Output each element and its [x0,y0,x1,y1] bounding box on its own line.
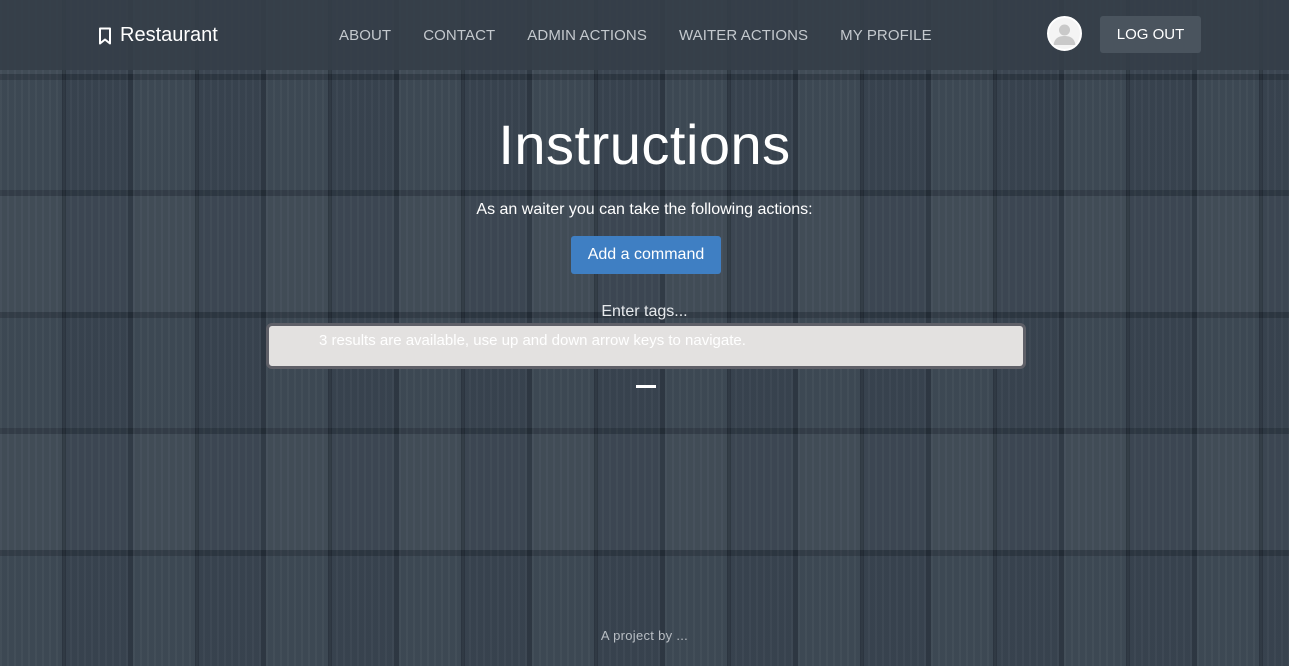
nav-item-my-profile[interactable]: MY PROFILE [840,27,932,44]
page-title: Instructions [498,113,791,176]
tags-label: Enter tags... [601,303,688,320]
top-navbar: Restaurant ABOUT CONTACT ADMIN ACTIONS W… [0,0,1289,70]
logout-button[interactable]: LOG OUT [1100,16,1201,53]
nav-links: ABOUT CONTACT ADMIN ACTIONS WAITER ACTIO… [339,27,932,44]
text-cursor-mark [636,385,656,388]
brand-name: Restaurant [120,24,218,46]
add-command-button[interactable]: Add a command [571,236,721,274]
brand-link[interactable]: Restaurant [98,24,218,47]
bookmark-icon [98,27,112,45]
nav-item-admin-actions[interactable]: ADMIN ACTIONS [527,27,647,44]
tags-results-status: 3 results are available, use up and down… [319,332,746,349]
page-subtitle: As an waiter you can take the following … [476,201,813,218]
nav-item-contact[interactable]: CONTACT [423,27,495,44]
nav-item-about[interactable]: ABOUT [339,27,391,44]
user-avatar-icon[interactable] [1047,16,1082,51]
footer-text: A project by ... [600,628,689,643]
nav-item-waiter-actions[interactable]: WAITER ACTIONS [679,27,808,44]
tags-input[interactable]: 3 results are available, use up and down… [266,323,1026,369]
